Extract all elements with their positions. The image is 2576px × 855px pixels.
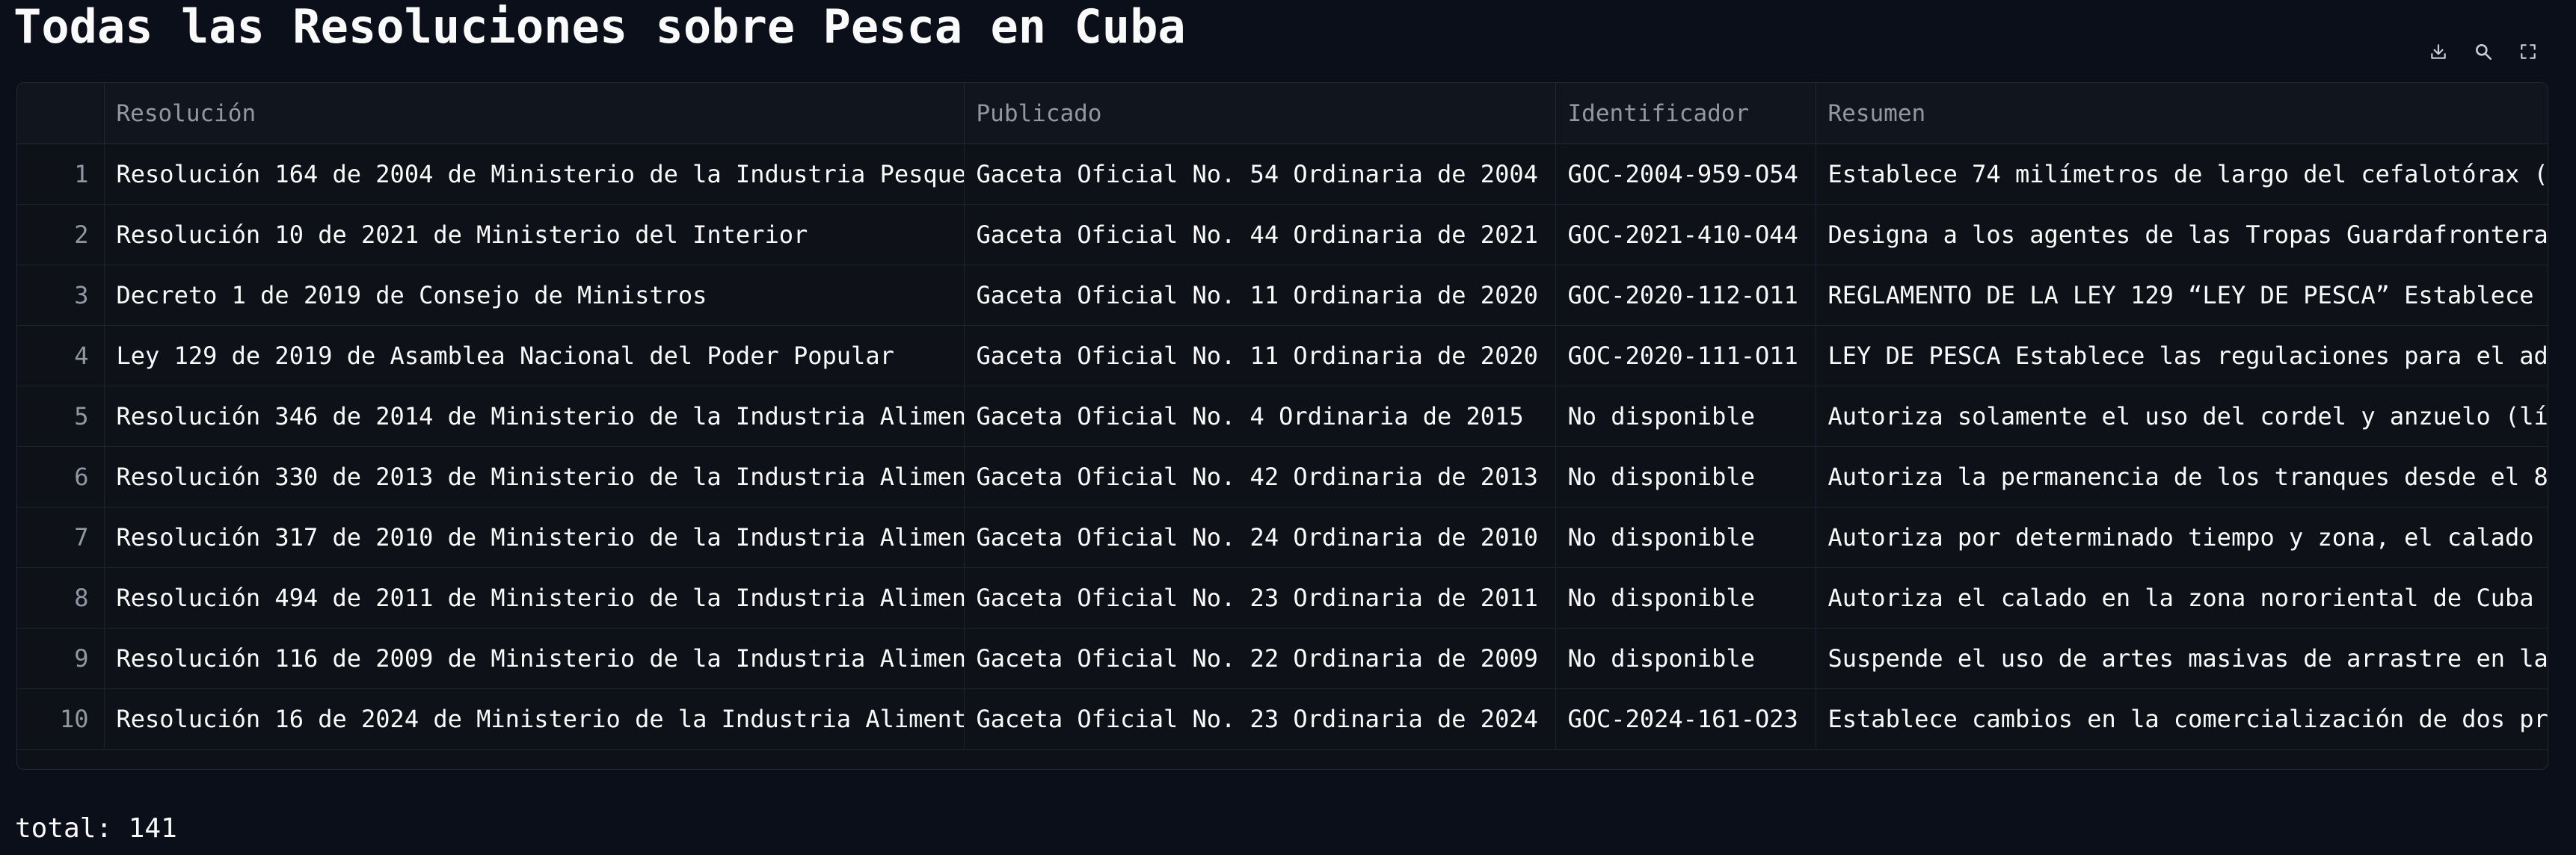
- table-row: 10 Resolución 16 de 2024 de Ministerio d…: [17, 688, 2548, 750]
- table-row: 4 Ley 129 de 2019 de Asamblea Nacional d…: [17, 325, 2548, 386]
- cell-resumen[interactable]: Autoriza el calado en la zona nororienta…: [1816, 567, 2548, 629]
- cell-identificador[interactable]: GOC-2021-410-O44: [1555, 204, 1816, 265]
- cell-resolucion[interactable]: Resolución 317 de 2010 de Ministerio de …: [104, 507, 965, 568]
- search-button[interactable]: [2465, 36, 2501, 67]
- data-table[interactable]: Resolución Publicado Identificador Resum…: [16, 82, 2548, 770]
- row-index: 2: [17, 204, 105, 265]
- row-index: 5: [17, 386, 105, 447]
- cell-resolucion[interactable]: Resolución 330 de 2013 de Ministerio de …: [104, 446, 965, 507]
- table-row: 9 Resolución 116 de 2009 de Ministerio d…: [17, 628, 2548, 689]
- cell-resolucion[interactable]: Resolución 346 de 2014 de Ministerio de …: [104, 386, 965, 447]
- column-header-index: [17, 83, 105, 144]
- page-title: Todas las Resoluciones sobre Pesca en Cu…: [13, 0, 1186, 54]
- cell-publicado[interactable]: Gaceta Oficial No. 44 Ordinaria de 2021: [964, 204, 1556, 265]
- row-index: 8: [17, 567, 105, 629]
- table-row: 8 Resolución 494 de 2011 de Ministerio d…: [17, 567, 2548, 629]
- cell-publicado[interactable]: Gaceta Oficial No. 4 Ordinaria de 2015: [964, 386, 1556, 447]
- cell-resumen[interactable]: Establece 74 milímetros de largo del cef…: [1816, 143, 2548, 205]
- table-header-row: Resolución Publicado Identificador Resum…: [17, 83, 2548, 144]
- cell-resumen[interactable]: Suspende el uso de artes masivas de arra…: [1816, 628, 2548, 689]
- row-index: 4: [17, 325, 105, 386]
- row-index: 3: [17, 265, 105, 326]
- row-index: 6: [17, 446, 105, 507]
- cell-identificador[interactable]: GOC-2020-112-O11: [1555, 265, 1816, 326]
- cell-resumen[interactable]: Designa a los agentes de las Tropas Guar…: [1816, 204, 2548, 265]
- table-toolbar: [2420, 36, 2546, 67]
- cell-resumen[interactable]: REGLAMENTO DE LA LEY 129 “LEY DE PESCA” …: [1816, 265, 2548, 326]
- cell-publicado[interactable]: Gaceta Oficial No. 22 Ordinaria de 2009: [964, 628, 1556, 689]
- cell-identificador[interactable]: GOC-2020-111-O11: [1555, 325, 1816, 386]
- table-row: 6 Resolución 330 de 2013 de Ministerio d…: [17, 446, 2548, 507]
- table-row: 5 Resolución 346 de 2014 de Ministerio d…: [17, 386, 2548, 447]
- column-header-resumen[interactable]: Resumen: [1816, 83, 2548, 144]
- cell-publicado[interactable]: Gaceta Oficial No. 42 Ordinaria de 2013: [964, 446, 1556, 507]
- table-body: 1 Resolución 164 de 2004 de Ministerio d…: [17, 143, 2548, 750]
- cell-identificador[interactable]: No disponible: [1555, 507, 1816, 568]
- cell-publicado[interactable]: Gaceta Oficial No. 11 Ordinaria de 2020: [964, 265, 1556, 326]
- cell-resumen[interactable]: Autoriza solamente el uso del cordel y a…: [1816, 386, 2548, 447]
- cell-identificador[interactable]: No disponible: [1555, 567, 1816, 629]
- column-header-publicado[interactable]: Publicado: [964, 83, 1556, 144]
- row-index: 1: [17, 143, 105, 205]
- cell-publicado[interactable]: Gaceta Oficial No. 11 Ordinaria de 2020: [964, 325, 1556, 386]
- cell-resolucion[interactable]: Resolución 10 de 2021 de Ministerio del …: [104, 204, 965, 265]
- cell-resolucion[interactable]: Resolución 164 de 2004 de Ministerio de …: [104, 143, 965, 205]
- row-index: 10: [17, 688, 105, 750]
- table-row: 7 Resolución 317 de 2010 de Ministerio d…: [17, 507, 2548, 568]
- cell-resumen[interactable]: Autoriza la permanencia de los tranques …: [1816, 446, 2548, 507]
- cell-resumen[interactable]: Establece cambios en la comercialización…: [1816, 688, 2548, 750]
- download-icon: [2431, 44, 2446, 59]
- cell-resolucion[interactable]: Decreto 1 de 2019 de Consejo de Ministro…: [104, 265, 965, 326]
- cell-publicado[interactable]: Gaceta Oficial No. 24 Ordinaria de 2010: [964, 507, 1556, 568]
- cell-resolucion[interactable]: Resolución 16 de 2024 de Ministerio de l…: [104, 688, 965, 750]
- search-icon: [2476, 44, 2492, 61]
- cell-resumen[interactable]: Autoriza por determinado tiempo y zona, …: [1816, 507, 2548, 568]
- cell-resolucion[interactable]: Resolución 116 de 2009 de Ministerio de …: [104, 628, 965, 689]
- cell-identificador[interactable]: No disponible: [1555, 446, 1816, 507]
- cell-publicado[interactable]: Gaceta Oficial No. 23 Ordinaria de 2011: [964, 567, 1556, 629]
- cell-publicado[interactable]: Gaceta Oficial No. 54 Ordinaria de 2004: [964, 143, 1556, 205]
- cell-resolucion[interactable]: Ley 129 de 2019 de Asamblea Nacional del…: [104, 325, 965, 386]
- cell-publicado[interactable]: Gaceta Oficial No. 23 Ordinaria de 2024: [964, 688, 1556, 750]
- cell-identificador[interactable]: No disponible: [1555, 628, 1816, 689]
- table-row: 1 Resolución 164 de 2004 de Ministerio d…: [17, 143, 2548, 205]
- table-row: 2 Resolución 10 de 2021 de Ministerio de…: [17, 204, 2548, 265]
- cell-identificador[interactable]: No disponible: [1555, 386, 1816, 447]
- cell-resumen[interactable]: LEY DE PESCA Establece las regulaciones …: [1816, 325, 2548, 386]
- cell-identificador[interactable]: GOC-2004-959-O54: [1555, 143, 1816, 205]
- table-row: 3 Decreto 1 de 2019 de Consejo de Minist…: [17, 265, 2548, 326]
- cell-identificador[interactable]: GOC-2024-161-O23: [1555, 688, 1816, 750]
- download-button[interactable]: [2420, 36, 2456, 67]
- row-index: 9: [17, 628, 105, 689]
- fullscreen-icon: [2521, 44, 2536, 59]
- total-count: total: 141: [15, 813, 177, 844]
- fullscreen-button[interactable]: [2510, 36, 2546, 67]
- column-header-resolucion[interactable]: Resolución: [104, 83, 965, 144]
- cell-resolucion[interactable]: Resolución 494 de 2011 de Ministerio de …: [104, 567, 965, 629]
- column-header-identificador[interactable]: Identificador: [1555, 83, 1816, 144]
- row-index: 7: [17, 507, 105, 568]
